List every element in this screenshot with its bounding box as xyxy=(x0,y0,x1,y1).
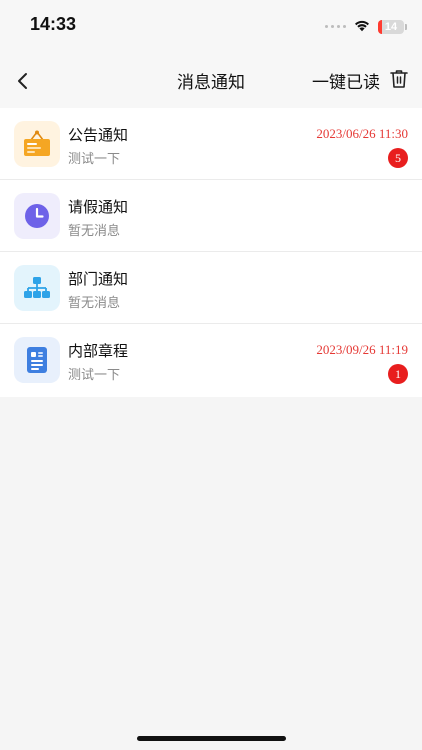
item-time: 2023/09/26 11:19 xyxy=(316,342,408,357)
department-icon-box xyxy=(14,265,60,311)
item-title: 请假通知 xyxy=(68,198,129,216)
item-subtitle: 暂无消息 xyxy=(68,296,121,311)
item-subtitle: 暂无消息 xyxy=(68,224,121,239)
announcement-board-icon xyxy=(24,130,50,156)
item-title: 部门通知 xyxy=(68,270,129,288)
delete-all-button[interactable] xyxy=(386,66,412,92)
status-indicators: 14 xyxy=(325,17,407,36)
status-bar: 14:33 14 xyxy=(0,0,422,52)
unread-badge: 1 xyxy=(388,364,408,384)
item-title: 公告通知 xyxy=(68,126,129,144)
announcement-icon-box xyxy=(14,121,60,167)
list-item-announcement[interactable]: 公告通知 测试一下 2023/06/26 11:30 5 xyxy=(0,108,422,180)
message-category-list: 公告通知 测试一下 2023/06/26 11:30 5 请假通知 暂无消息 部… xyxy=(0,108,422,397)
clock-icon xyxy=(25,204,49,228)
nav-bar: 消息通知 一键已读 xyxy=(0,52,422,108)
list-item-leave[interactable]: 请假通知 暂无消息 xyxy=(0,180,422,252)
battery-icon: 14 xyxy=(378,19,407,34)
item-subtitle: 测试一下 xyxy=(68,152,121,167)
regulations-icon-box xyxy=(14,337,60,383)
mark-all-read-button[interactable]: 一键已读 xyxy=(312,68,380,93)
signal-dots-icon xyxy=(325,25,346,28)
item-time: 2023/06/26 11:30 xyxy=(316,126,408,141)
item-title: 内部章程 xyxy=(68,342,129,360)
document-icon xyxy=(27,347,47,373)
battery-level-fill xyxy=(378,19,382,34)
list-item-regulations[interactable]: 内部章程 测试一下 2023/09/26 11:19 1 xyxy=(0,324,422,397)
list-item-department[interactable]: 部门通知 暂无消息 xyxy=(0,252,422,324)
wifi-icon xyxy=(353,17,371,36)
trash-icon xyxy=(390,70,408,88)
battery-percent: 14 xyxy=(384,20,398,33)
back-button[interactable] xyxy=(8,66,38,96)
leave-icon-box xyxy=(14,193,60,239)
unread-badge: 5 xyxy=(388,148,408,168)
item-subtitle: 测试一下 xyxy=(68,368,121,383)
org-chart-icon xyxy=(24,277,50,298)
chevron-left-icon xyxy=(18,73,27,89)
status-time: 14:33 xyxy=(30,14,77,34)
home-indicator xyxy=(137,736,286,741)
